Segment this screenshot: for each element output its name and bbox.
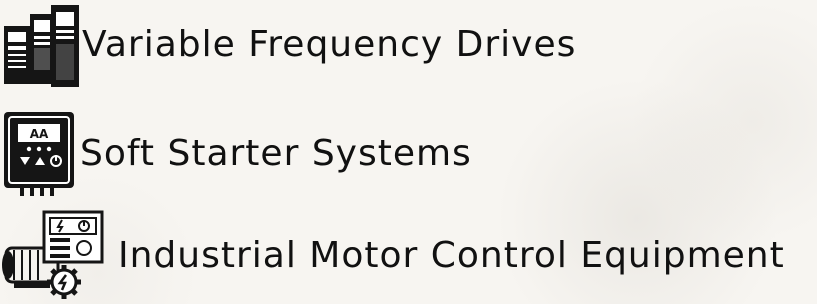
soft-starter-icon: AA bbox=[4, 112, 74, 196]
motor-control-equipment-icon bbox=[2, 210, 104, 299]
svg-text:AA: AA bbox=[30, 127, 49, 141]
list-item-industrial-motor-control-equipment: Industrial Motor Control Equipment bbox=[0, 210, 785, 302]
vfd-drives-icon bbox=[4, 5, 79, 87]
item-label: Variable Frequency Drives bbox=[82, 24, 577, 65]
list-item-variable-frequency-drives: Variable Frequency Drives bbox=[0, 2, 576, 88]
item-label: Soft Starter Systems bbox=[80, 133, 472, 174]
item-label: Industrial Motor Control Equipment bbox=[118, 235, 785, 276]
list-item-soft-starter-systems: AA Soft Starter Systems bbox=[0, 110, 472, 198]
